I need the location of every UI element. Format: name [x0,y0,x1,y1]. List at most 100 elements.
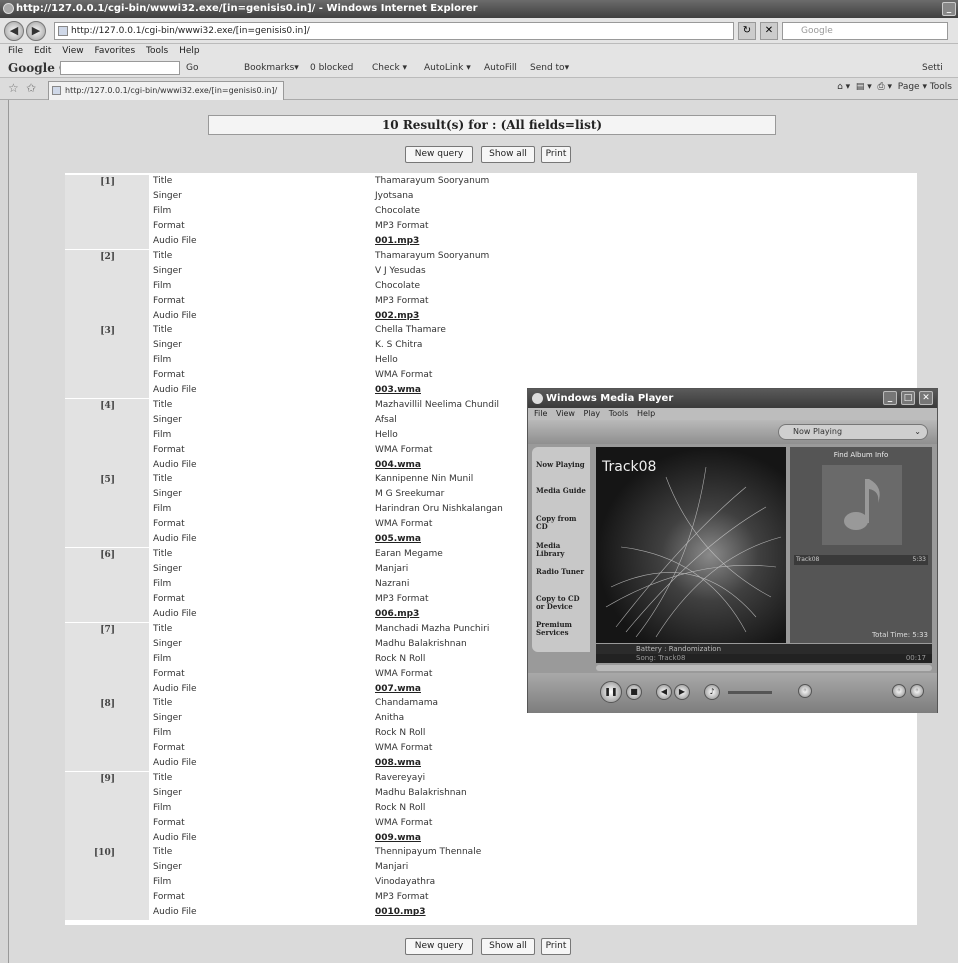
record-number: [9] [65,771,149,846]
print-button[interactable]: Print [541,146,571,163]
field-value-format: MP3 Format [375,594,429,604]
wmp-minimize-icon[interactable]: _ [883,391,897,405]
wmp-menu-file[interactable]: File [534,409,547,418]
wmp-menu-play[interactable]: Play [583,409,600,418]
menu-file[interactable]: File [8,46,23,56]
field-value-singer: Anitha [375,713,405,724]
field-value-format: MP3 Format [375,892,429,903]
favorites-star-icon[interactable]: ☆ [8,81,19,95]
record-number: [1] [65,175,149,249]
field-label-title: Title [153,176,173,186]
audio-file-link[interactable]: 003.wma [375,384,421,399]
popup-blocker[interactable]: 0 blocked [310,58,353,77]
playlist-row[interactable]: Track08 5:33 [794,555,928,565]
stop-button-wmp[interactable]: ■ [626,684,642,700]
google-search-box[interactable] [60,61,180,75]
field-value-film: Rock N Roll [375,802,426,813]
music-note-icon [844,479,880,530]
audio-file-link[interactable]: 0010.mp3 [375,906,426,921]
field-value-film: Vinodayathra [375,877,436,888]
seek-bar[interactable] [596,665,932,671]
stop-button[interactable]: ✕ [760,22,778,40]
media-player-titlebar[interactable]: Windows Media Player _ □ ✕ [528,389,937,408]
autolink-button[interactable]: AutoLink ▾ [424,58,471,77]
audio-file-link[interactable]: 009.wma [375,832,421,847]
field-label-singer: Singer [153,862,182,873]
field-label-title: Title [153,698,173,709]
taskbar-copy-from-cd[interactable]: Copy from CD [536,515,588,531]
pause-button[interactable]: ❚❚ [600,681,622,703]
new-query-button-bottom[interactable]: New query [405,938,473,955]
back-button[interactable]: ◀ [4,21,24,41]
audio-file-link[interactable]: 005.wma [375,533,421,548]
browser-tab[interactable]: http://127.0.0.1/cgi-bin/wwwi32.exe/[in=… [48,81,284,100]
wmp-menu-tools[interactable]: Tools [609,409,629,418]
field-label-file: Audio File [153,907,197,918]
sendto-button[interactable]: Send to▾ [530,58,569,77]
mute-button[interactable]: ♪ [704,684,720,700]
taskbar-media-guide[interactable]: Media Guide [536,487,588,495]
menu-tools[interactable]: Tools [146,46,168,56]
fullscreen-button[interactable]: ◦ [910,684,924,698]
audio-file-link[interactable]: 004.wma [375,459,421,474]
field-value-title: Thamarayum Sooryanum [375,250,490,261]
settings-button[interactable]: Setti [922,58,943,77]
address-bar[interactable]: http://127.0.0.1/cgi-bin/wwwi32.exe/[in=… [54,22,734,40]
field-label-title: Title [153,325,173,336]
show-all-button[interactable]: Show all [481,146,535,163]
google-toolbar: Google G- Go Bookmarks▾ 0 blocked Check … [0,58,958,78]
bookmarks-button[interactable]: Bookmarks▾ [244,58,299,77]
forward-button[interactable]: ▶ [26,21,46,41]
spellcheck-button[interactable]: Check ▾ [372,58,407,77]
total-time: Total Time: 5:33 [871,631,928,639]
volume-slider[interactable] [728,691,772,694]
audio-file-link[interactable]: 002.mp3 [375,310,419,325]
print-button-bottom[interactable]: Print [541,938,571,955]
previous-button[interactable]: ◀ [656,684,672,700]
menu-view[interactable]: View [62,46,83,56]
menu-edit[interactable]: Edit [34,46,51,56]
field-label-file: Audio File [153,534,197,545]
taskbar-copy-to-device[interactable]: Copy to CD or Device [536,595,588,611]
show-all-button-bottom[interactable]: Show all [481,938,535,955]
search-input[interactable]: Google [782,22,948,40]
next-button[interactable]: ▶ [674,684,690,700]
find-album-info-link[interactable]: Find Album Info [790,451,932,459]
field-label-singer: Singer [153,713,182,724]
field-value-format: WMA Format [375,370,433,381]
new-query-button[interactable]: New query [405,146,473,163]
audio-file-link[interactable]: 007.wma [375,683,421,698]
field-label-format: Format [153,892,185,903]
command-bar[interactable]: ⌂ ▾ ▤ ▾ ⎙ ▾ Page ▾ Tools [837,82,952,92]
field-label-format: Format [153,743,185,754]
wmp-menu-view[interactable]: View [556,409,575,418]
playback-controls: ❚❚ ■ ◀ ▶ ♪ ◦ ◦ ◦ [528,673,937,713]
minimize-icon[interactable]: _ [942,2,956,16]
taskbar-radio-tuner[interactable]: Radio Tuner [536,568,588,576]
add-favorites-icon[interactable]: ✩ [26,81,36,95]
autofill-button[interactable]: AutoFill [484,58,517,77]
audio-file-link[interactable]: 008.wma [375,757,421,772]
record-number: [6] [65,548,149,622]
eq-button[interactable]: ◦ [798,684,812,698]
field-label-film: Film [153,579,172,589]
wmp-taskbar: Now Playing Media Guide Copy from CD Med… [532,447,590,652]
table-row: [1] Title Thamarayum Sooryanum Singer Jyotsa… [65,175,917,249]
wmp-maximize-icon[interactable]: □ [901,391,915,405]
wmp-menu-help[interactable]: Help [637,409,655,418]
now-playing-dropdown[interactable]: Now Playing ⌄ [778,424,928,440]
audio-file-link[interactable]: 001.mp3 [375,235,419,250]
field-label-format: Format [153,668,185,679]
menu-favorites[interactable]: Favorites [94,46,135,56]
refresh-button[interactable]: ↻ [738,22,756,40]
address-row: ◀ ▶ http://127.0.0.1/cgi-bin/wwwi32.exe/… [0,18,958,44]
field-label-format: Format [153,221,185,231]
taskbar-premium-services[interactable]: Premium Services [536,621,588,637]
taskbar-media-library[interactable]: Media Library [536,542,588,558]
menu-help[interactable]: Help [179,46,200,56]
wmp-close-icon[interactable]: ✕ [919,391,933,405]
taskbar-now-playing[interactable]: Now Playing [536,461,588,469]
audio-file-link[interactable]: 006.mp3 [375,608,419,623]
google-go-button[interactable]: Go [186,58,198,77]
skin-mode-button[interactable]: ◦ [892,684,906,698]
